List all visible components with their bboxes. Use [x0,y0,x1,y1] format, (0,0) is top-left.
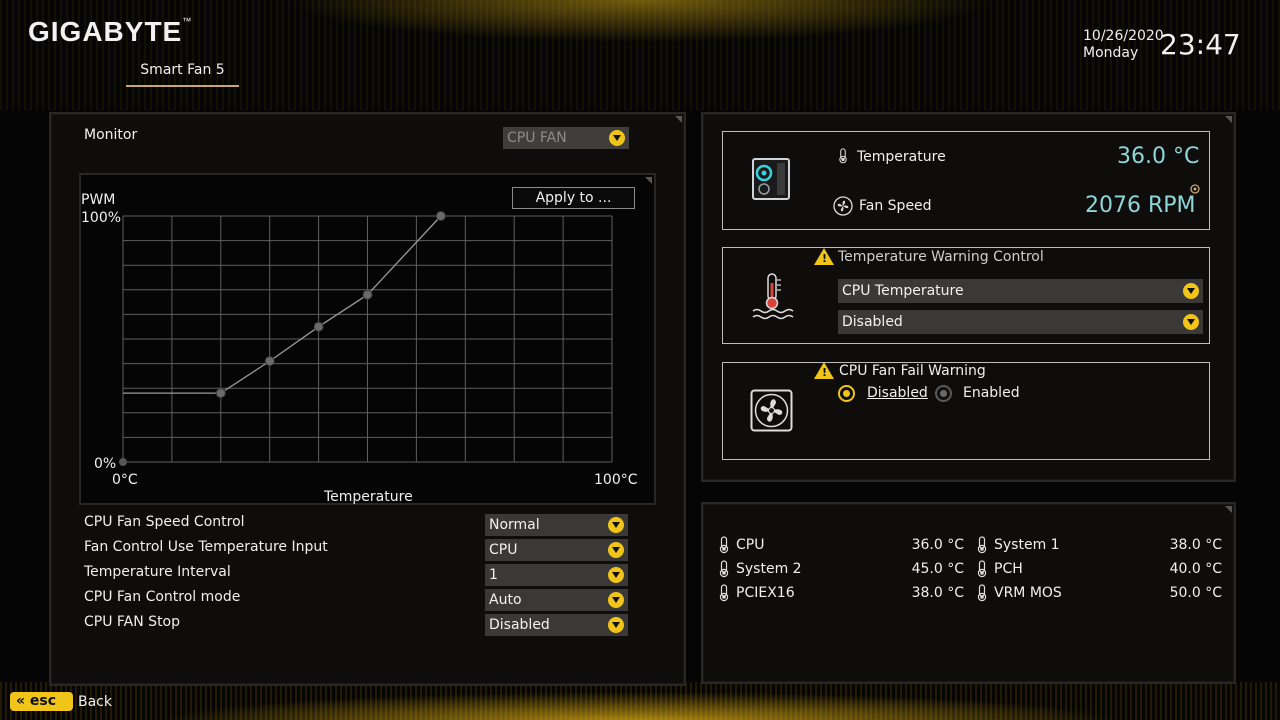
temperature-warning-select[interactable]: Disabled [838,310,1203,334]
sensor-value: 36.0 °C [911,537,964,553]
x-axis-label: Temperature [323,489,413,505]
cpu-fan-stop-select[interactable]: Disabled [485,614,628,636]
curve-point[interactable] [435,211,446,221]
select-value: CPU Temperature [842,283,964,299]
warning-icon: ! [814,248,834,265]
fan-fail-warning-title: CPU Fan Fail Warning [839,363,986,379]
sensor-value: 38.0 °C [911,585,964,601]
sensor-name: PCIEX16 [736,585,795,601]
fan-control-mode-select[interactable]: Auto [485,589,628,611]
fan-fail-disabled-label[interactable]: Disabled [867,385,928,401]
chevron-down-icon [608,592,624,608]
chevron-down-icon [608,542,624,558]
sensor-name: System 1 [994,537,1060,553]
y-axis-label: PWM [81,192,115,208]
esc-key-button[interactable]: « esc [10,692,73,711]
thermometer-icon [716,536,732,554]
curve-point[interactable] [313,321,324,332]
fan-speed-label: Fan Speed [859,198,932,214]
pc-case-icon [752,158,790,200]
cpu-fan-speed-control-select[interactable]: Normal [485,514,628,536]
chevron-down-icon [608,517,624,533]
esc-label: esc [29,693,57,709]
fan-control-mode-label: CPU Fan Control mode [84,589,241,605]
select-value: CPU [489,542,518,558]
back-label[interactable]: Back [78,694,112,710]
chevron-down-icon [608,617,624,633]
x-max-tick-label: 100°C [594,472,638,488]
cpu-fan-speed-control-label: CPU Fan Speed Control [84,514,245,530]
select-value: Disabled [489,617,550,633]
sensor-name: CPU [736,537,765,553]
temperature-input-label: Fan Control Use Temperature Input [84,539,328,555]
sensor-name: System 2 [736,561,802,577]
thermometer-icon [974,536,990,554]
temperature-value: 36.0 °C [1117,144,1200,169]
x-min-tick-label: 0°C [112,472,138,488]
sensor-name: PCH [994,561,1023,577]
curve-point[interactable] [264,356,275,367]
temperature-interval-label: Temperature Interval [84,564,231,580]
double-chevron-left-icon: « [16,693,26,709]
temperature-label: Temperature [857,149,946,165]
y-min-tick-label: 0% [94,456,116,472]
thermometer-icon [716,560,732,578]
warning-icon: ! [814,362,834,379]
thermometer-icon [974,584,990,602]
curve-origin-point [119,458,127,466]
sensor-name: VRM MOS [994,585,1062,601]
curve-point[interactable] [215,388,226,399]
temperature-interval-select[interactable]: 1 [485,564,628,586]
thermometer-icon [974,560,990,578]
case-fan-icon [750,389,793,432]
fan-icon [833,196,853,216]
select-value: Normal [489,517,540,533]
indicator-icon [1190,184,1200,194]
chevron-down-icon [608,567,624,583]
thermometer-water-icon [752,273,794,320]
sensor-value: 38.0 °C [1169,537,1222,553]
select-value: Auto [489,592,522,608]
curve-line [123,215,442,394]
chevron-down-icon [1183,314,1199,330]
curve-point[interactable] [362,289,373,300]
chart-grid [122,215,613,463]
fan-fail-enabled-radio[interactable] [935,385,952,402]
chevron-down-icon [1183,283,1199,299]
temperature-input-select[interactable]: CPU [485,539,628,561]
fan-fail-enabled-label[interactable]: Enabled [963,385,1020,401]
temperature-source-select[interactable]: CPU Temperature [838,279,1203,303]
select-value: 1 [489,567,498,583]
sensor-value: 40.0 °C [1169,561,1222,577]
fan-fail-disabled-radio[interactable] [838,385,855,402]
temperature-warning-title: Temperature Warning Control [838,249,1044,265]
y-max-tick-label: 100% [81,210,121,226]
cpu-fan-stop-label: CPU FAN Stop [84,614,181,630]
thermometer-icon [839,148,847,164]
fan-speed-value: 2076 RPM [1085,193,1196,218]
sensor-value: 45.0 °C [911,561,964,577]
thermometer-icon [716,584,732,602]
sensor-value: 50.0 °C [1169,585,1222,601]
select-value: Disabled [842,314,903,330]
